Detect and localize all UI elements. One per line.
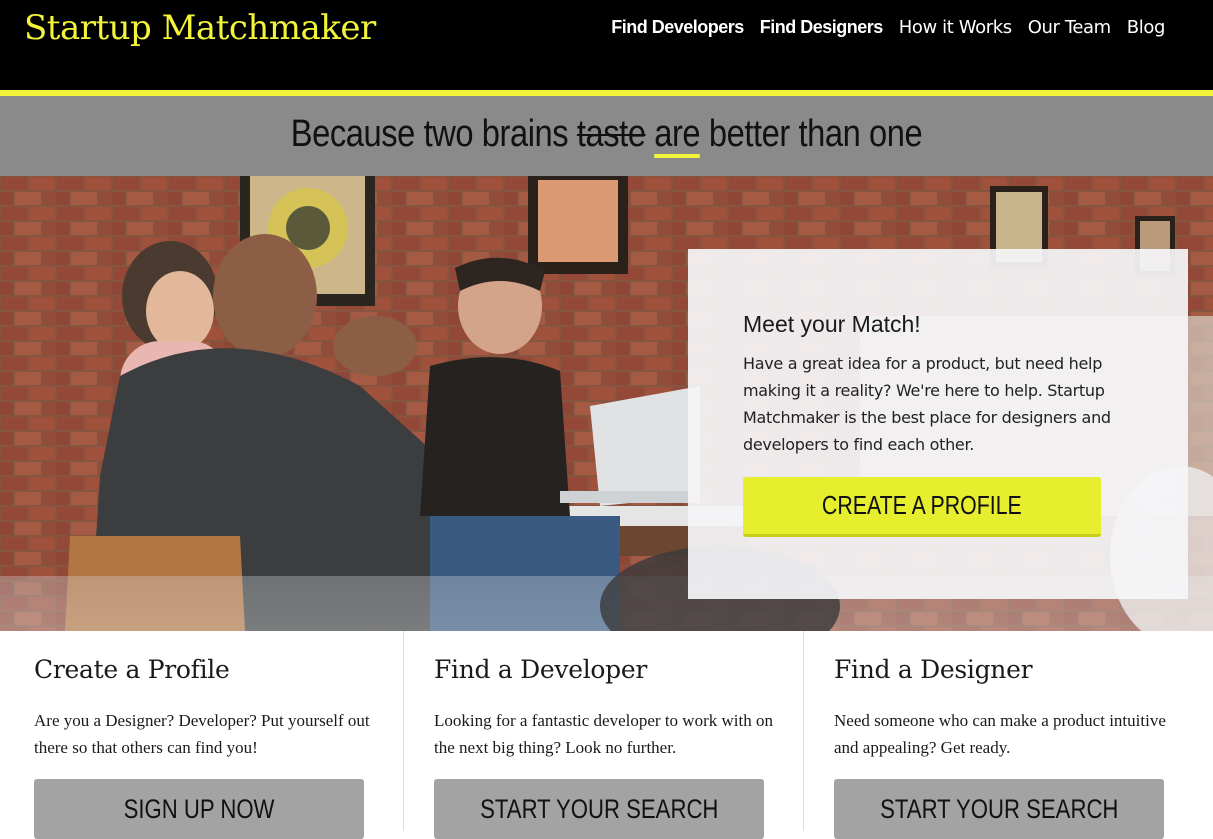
main-nav: Find Developers Find Designers How it Wo… bbox=[611, 17, 1165, 38]
tagline-band: Because two brains taste are better than… bbox=[0, 96, 1213, 176]
tagline-start: Because two brains bbox=[290, 113, 569, 155]
meet-your-match-card: Meet your Match! Have a great idea for a… bbox=[688, 249, 1188, 599]
feature-text: Need someone who can make a product intu… bbox=[834, 711, 1166, 757]
feature-button-label: START YOUR SEARCH bbox=[479, 793, 719, 824]
feature-title: Create a Profile bbox=[34, 655, 230, 684]
start-search-developer-button[interactable]: START YOUR SEARCH bbox=[434, 779, 764, 839]
tagline-struck-word: taste bbox=[576, 113, 646, 155]
feature-text: Are you a Designer? Developer? Put yours… bbox=[34, 711, 370, 757]
site-header: Startup Matchmaker Find Developers Find … bbox=[0, 0, 1213, 90]
feature-find-designer: Find a Designer Need someone who can mak… bbox=[803, 631, 1203, 839]
create-profile-button[interactable]: CREATE A PROFILE bbox=[743, 477, 1101, 537]
feature-title: Find a Developer bbox=[434, 655, 647, 684]
sign-up-now-button[interactable]: SIGN UP NOW bbox=[34, 779, 364, 839]
feature-text: Looking for a fantastic developer to wor… bbox=[434, 711, 773, 757]
nav-find-designers[interactable]: Find Designers bbox=[760, 17, 884, 38]
tagline: Because two brains taste are better than… bbox=[85, 113, 1128, 158]
feature-find-developer: Find a Developer Looking for a fantastic… bbox=[403, 631, 803, 839]
create-profile-label: CREATE A PROFILE bbox=[822, 490, 1022, 520]
tagline-underlined-word: are bbox=[654, 114, 701, 158]
nav-find-developers[interactable]: Find Developers bbox=[611, 17, 744, 38]
brand-logo[interactable]: Startup Matchmaker bbox=[24, 8, 376, 48]
match-card-body: Have a great idea for a product, but nee… bbox=[743, 354, 1111, 454]
match-card-title: Meet your Match! bbox=[743, 311, 921, 337]
feature-columns: Create a Profile Are you a Designer? Dev… bbox=[0, 631, 1213, 839]
hero-section: Meet your Match! Have a great idea for a… bbox=[0, 176, 1213, 631]
feature-button-label: START YOUR SEARCH bbox=[879, 793, 1119, 824]
feature-create-profile: Create a Profile Are you a Designer? Dev… bbox=[0, 631, 400, 839]
nav-our-team[interactable]: Our Team bbox=[1028, 17, 1111, 38]
feature-title: Find a Designer bbox=[834, 655, 1033, 684]
feature-button-label: SIGN UP NOW bbox=[123, 793, 275, 824]
tagline-end: better than one bbox=[708, 113, 923, 155]
nav-how-it-works[interactable]: How it Works bbox=[899, 17, 1012, 38]
start-search-designer-button[interactable]: START YOUR SEARCH bbox=[834, 779, 1164, 839]
nav-blog[interactable]: Blog bbox=[1127, 17, 1166, 38]
